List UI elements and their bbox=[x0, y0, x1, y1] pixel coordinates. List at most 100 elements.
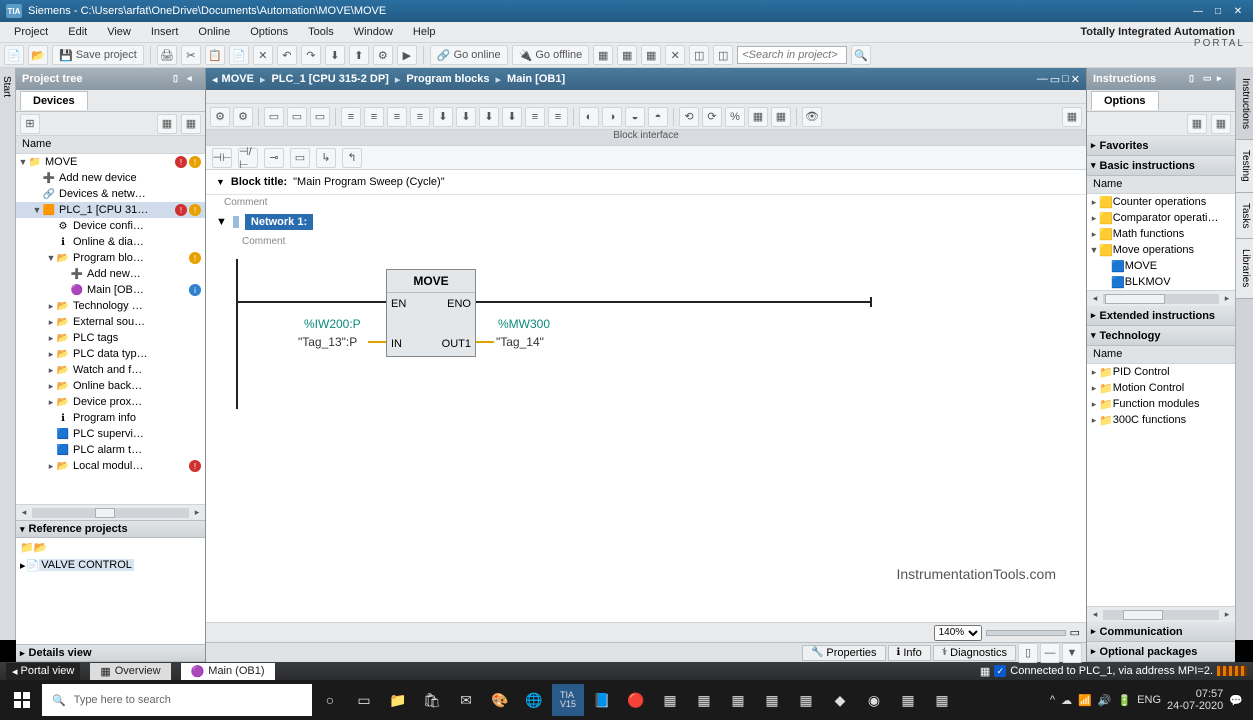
editor-tool[interactable]: ▭ bbox=[287, 107, 307, 127]
taskbar-clock[interactable]: 07:5724-07-2020 bbox=[1167, 688, 1223, 712]
box-button[interactable]: ▭ bbox=[290, 148, 310, 168]
tree-row[interactable]: ℹProgram info bbox=[16, 410, 205, 426]
open-project-button[interactable]: 📂 bbox=[28, 45, 48, 65]
breadcrumb-item[interactable]: PLC_1 [CPU 315-2 DP] bbox=[271, 73, 388, 85]
maximize-button[interactable]: □ bbox=[1209, 4, 1227, 18]
portal-view-button[interactable]: ◂ Portal view bbox=[6, 663, 80, 680]
tree-row[interactable]: ➕Add new device bbox=[16, 170, 205, 186]
details-view-header[interactable]: ▸Details view bbox=[16, 644, 205, 662]
contact-nc-button[interactable]: ⊣/⊢ bbox=[238, 148, 258, 168]
split-button[interactable]: ◫ bbox=[713, 45, 733, 65]
coil-button[interactable]: ⊸ bbox=[264, 148, 284, 168]
inspector-tool[interactable]: ▯ bbox=[1018, 643, 1038, 663]
editor-tool[interactable]: ⚙ bbox=[233, 107, 253, 127]
tree-row[interactable]: 🟦PLC supervi… bbox=[16, 426, 205, 442]
close-tab-button[interactable]: ✕ bbox=[665, 45, 685, 65]
inspector-tool[interactable]: ▼ bbox=[1062, 643, 1082, 663]
instructions-list[interactable]: ▸🟨Counter operations▸🟨Comparator operati… bbox=[1087, 194, 1235, 290]
zoom-fit-icon[interactable]: ▭ bbox=[1070, 626, 1080, 639]
tree-row[interactable]: ▸📂PLC data typ… bbox=[16, 346, 205, 362]
store-icon[interactable]: 🛍 bbox=[416, 684, 448, 716]
editor-tool[interactable]: ⟳ bbox=[702, 107, 722, 127]
go-offline-button[interactable]: 🔌 Go offline bbox=[512, 45, 590, 65]
sidetab-libraries[interactable]: Libraries bbox=[1236, 239, 1253, 298]
editor-tool[interactable]: ≡ bbox=[387, 107, 407, 127]
redo-button[interactable]: ↷ bbox=[301, 45, 321, 65]
upload-button[interactable]: ⬆ bbox=[349, 45, 369, 65]
tree-row[interactable]: ▸📂Online back… bbox=[16, 378, 205, 394]
tree-tool-button[interactable]: ▦ bbox=[157, 114, 177, 134]
network-comment[interactable]: Comment bbox=[206, 234, 1086, 249]
inspector-tool[interactable]: — bbox=[1040, 643, 1060, 663]
tree-row[interactable]: ▸📂External sou… bbox=[16, 314, 205, 330]
ladder-canvas[interactable]: MOVE EN ENO IN OUT1 %IW200:P "Tag_13":P … bbox=[206, 249, 1086, 622]
out-tag[interactable]: "Tag_14" bbox=[496, 335, 544, 349]
app-icon[interactable]: ▦ bbox=[892, 684, 924, 716]
technology-item[interactable]: ▸📁Motion Control bbox=[1087, 380, 1235, 396]
optional-packages-header[interactable]: ▸Optional packages bbox=[1087, 642, 1235, 662]
menu-window[interactable]: Window bbox=[344, 23, 403, 41]
tab-properties[interactable]: 🔧 Properties bbox=[802, 645, 886, 661]
editor-tool[interactable]: ≡ bbox=[364, 107, 384, 127]
block-comment[interactable]: Comment bbox=[206, 195, 1086, 210]
tab-options[interactable]: Options bbox=[1091, 91, 1159, 110]
editor-tool[interactable]: ▦ bbox=[1062, 107, 1082, 127]
close-button[interactable]: ✕ bbox=[1229, 4, 1247, 18]
breadcrumb-item[interactable]: Program blocks bbox=[406, 73, 489, 85]
app-icon[interactable]: ▦ bbox=[654, 684, 686, 716]
save-project-button[interactable]: 💾 Save project bbox=[52, 45, 144, 65]
scroll-left-icon[interactable]: ◂ bbox=[16, 507, 32, 518]
app-icon[interactable]: ◉ bbox=[858, 684, 890, 716]
tray-lang[interactable]: ENG bbox=[1137, 694, 1161, 706]
word-icon[interactable]: 📘 bbox=[586, 684, 618, 716]
branch-button[interactable]: ↰ bbox=[342, 148, 362, 168]
in-address[interactable]: %IW200:P bbox=[304, 317, 361, 331]
tray-chevron-icon[interactable]: ^ bbox=[1050, 694, 1055, 706]
sidetab-start[interactable]: Start bbox=[0, 68, 13, 105]
editor-tool[interactable]: ◑ bbox=[602, 107, 622, 127]
taskbar-search[interactable]: 🔍 Type here to search bbox=[42, 684, 312, 716]
instruction-item[interactable]: 🟦BLKMOV bbox=[1087, 274, 1235, 290]
branch-button[interactable]: ↳ bbox=[316, 148, 336, 168]
explorer-icon[interactable]: 📁 bbox=[382, 684, 414, 716]
breadcrumb-item[interactable]: MOVE bbox=[222, 73, 254, 85]
tree-row[interactable]: ▼📂Program blo…! bbox=[16, 250, 205, 266]
paint-icon[interactable]: 🎨 bbox=[484, 684, 516, 716]
search-button[interactable]: 🔍 bbox=[851, 45, 871, 65]
tech-scrollbar[interactable]: ◂▸ bbox=[1087, 606, 1235, 622]
cut-button[interactable]: ✂ bbox=[181, 45, 201, 65]
extended-instructions-header[interactable]: ▸Extended instructions bbox=[1087, 306, 1235, 326]
tia-portal-icon[interactable]: TIAV15 bbox=[552, 684, 584, 716]
contact-no-button[interactable]: ⊣⊢ bbox=[212, 148, 232, 168]
tool-button[interactable]: ▦ bbox=[593, 45, 613, 65]
zoom-select[interactable]: 140% bbox=[934, 625, 982, 641]
editor-tool[interactable]: ◓ bbox=[648, 107, 668, 127]
scroll-right-icon[interactable]: ▸ bbox=[189, 507, 205, 518]
editor-tool[interactable]: ⬇ bbox=[456, 107, 476, 127]
collapse-icon[interactable]: ▼ bbox=[216, 177, 225, 187]
editor-tool[interactable]: ◐ bbox=[579, 107, 599, 127]
menu-edit[interactable]: Edit bbox=[58, 23, 97, 41]
inst-tool[interactable]: ▦ bbox=[1211, 114, 1231, 134]
editor-tool[interactable]: ≡ bbox=[341, 107, 361, 127]
editor-minimize-button[interactable]: — bbox=[1037, 73, 1048, 86]
tree-row[interactable]: ➕Add new… bbox=[16, 266, 205, 282]
instruction-item[interactable]: ▼🟨Move operations bbox=[1087, 242, 1235, 258]
print-button[interactable]: 🖨 bbox=[157, 45, 177, 65]
mail-icon[interactable]: ✉ bbox=[450, 684, 482, 716]
tree-row[interactable]: ▸📂Device prox… bbox=[16, 394, 205, 410]
tab-info[interactable]: ℹ Info bbox=[888, 645, 931, 661]
in-tag[interactable]: "Tag_13":P bbox=[298, 335, 357, 349]
download-button[interactable]: ⬇ bbox=[325, 45, 345, 65]
inst-tool[interactable]: ▦ bbox=[1187, 114, 1207, 134]
menu-view[interactable]: View bbox=[97, 23, 141, 41]
editor-tool[interactable]: ▭ bbox=[264, 107, 284, 127]
task-view-icon[interactable]: ▭ bbox=[348, 684, 380, 716]
arrow-icon[interactable]: ▸ bbox=[1217, 73, 1229, 85]
zoom-slider[interactable] bbox=[986, 630, 1066, 636]
technology-list[interactable]: ▸📁PID Control▸📁Motion Control▸📁Function … bbox=[1087, 364, 1235, 428]
minimize-button[interactable]: — bbox=[1189, 4, 1207, 18]
inst-scrollbar[interactable]: ◂▸ bbox=[1087, 290, 1235, 306]
editor-close-button[interactable]: ✕ bbox=[1071, 73, 1080, 86]
menu-online[interactable]: Online bbox=[188, 23, 240, 41]
